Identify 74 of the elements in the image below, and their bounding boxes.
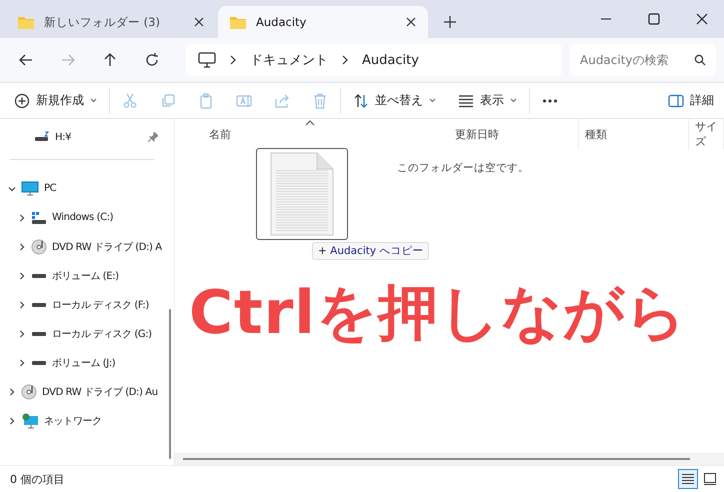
drive-icon	[31, 360, 47, 366]
item-count: 0 個の項目	[10, 472, 64, 486]
details-pane-button[interactable]: 詳細	[668, 92, 714, 109]
maximize-icon[interactable]	[648, 13, 660, 25]
chevron-icon[interactable]	[8, 416, 16, 424]
sidebar-item[interactable]: ローカル ディスク (F:)	[0, 290, 164, 319]
monitor-icon	[21, 181, 39, 196]
chevron-icon[interactable]	[8, 184, 16, 192]
search-icon	[694, 54, 706, 66]
toolbar-button[interactable]: 並べ替え	[353, 92, 436, 109]
list-icon	[681, 472, 695, 486]
folder-icon	[18, 16, 34, 28]
toolbar-button[interactable]: 新規作成	[14, 92, 97, 109]
drive-icon	[31, 302, 47, 308]
disc-icon	[21, 384, 37, 400]
search-field[interactable]: Audacityの検索	[570, 44, 716, 76]
empty-folder-message: このフォルダーは空です。	[397, 161, 529, 175]
sidebar-item[interactable]: Windows (C:)	[0, 203, 164, 232]
chevron-icon[interactable]	[18, 242, 26, 250]
drag-copy-tooltip: + Audacity へコピー	[312, 242, 430, 260]
up-arrow-icon[interactable]	[102, 52, 118, 68]
plus-circle-icon	[14, 92, 30, 108]
column-header[interactable]: 名前	[203, 119, 449, 149]
chevron-icon[interactable]	[18, 300, 26, 308]
refresh-icon[interactable]	[144, 52, 160, 68]
folder-icon	[230, 16, 246, 28]
new-tab-icon[interactable]	[444, 16, 456, 28]
tab-title: Audacity	[256, 15, 308, 29]
monitor-icon	[198, 52, 216, 68]
address-bar[interactable]: ドキュメント Audacity	[186, 44, 562, 76]
tab-title: 新しいフォルダー (3)	[44, 14, 161, 30]
chevron-right-icon	[342, 55, 348, 65]
scrollbar-thumb[interactable]	[183, 458, 690, 460]
drive-icon	[31, 330, 47, 336]
sort-arrows-icon	[353, 92, 369, 108]
column-header[interactable]: サイズ	[689, 119, 724, 149]
column-header[interactable]: 更新日時	[449, 119, 579, 149]
tab[interactable]: Audacity	[218, 6, 428, 38]
back-arrow-icon[interactable]	[18, 52, 34, 68]
pin-icon[interactable]	[148, 132, 158, 142]
chevron-icon[interactable]	[18, 358, 26, 366]
sort-caret-icon	[305, 120, 315, 126]
details-view-button[interactable]	[678, 469, 698, 489]
sidebar-item[interactable]: ボリューム (J:)	[0, 348, 164, 377]
scrollbar-thumb[interactable]	[169, 309, 171, 459]
chevron-icon[interactable]	[18, 214, 26, 222]
tab[interactable]: 新しいフォルダー (3)	[6, 6, 216, 38]
sidebar-item[interactable]: PC	[0, 174, 164, 203]
toolbar-button[interactable]: 表示	[458, 92, 517, 109]
column-header[interactable]: 種類	[579, 119, 689, 149]
drive-icon	[31, 272, 47, 278]
sidebar-item[interactable]: ボリューム (E:)	[0, 261, 164, 290]
breadcrumb-item[interactable]: ドキュメント	[250, 51, 328, 69]
overlay-caption: Ctrlを押しながら	[189, 277, 687, 350]
chevron-icon[interactable]	[8, 388, 16, 396]
sidebar-item[interactable]: DVD RW ドライブ (D:) Au	[0, 377, 164, 406]
sidebar-item[interactable]: ローカル ディスク (G:)	[0, 319, 164, 348]
chevron-icon[interactable]	[18, 272, 26, 280]
panel-icon	[668, 94, 684, 108]
network-icon	[21, 412, 39, 428]
sidebar-item[interactable]: H:¥	[0, 125, 164, 149]
drive-icon	[31, 210, 47, 224]
close-icon[interactable]	[406, 17, 416, 27]
drive-icon	[34, 131, 50, 143]
lines-icon	[458, 92, 474, 108]
sidebar-item[interactable]: ネットワーク	[0, 406, 164, 435]
disc-icon	[31, 238, 47, 254]
close-icon[interactable]	[696, 13, 708, 25]
breadcrumb-item[interactable]: Audacity	[362, 52, 419, 68]
sidebar-item[interactable]: DVD RW ドライブ (D:) A	[0, 232, 164, 261]
chevron-right-icon	[230, 55, 236, 65]
close-icon[interactable]	[194, 17, 204, 27]
chevron-icon[interactable]	[18, 330, 26, 338]
tile-icon	[703, 472, 717, 486]
